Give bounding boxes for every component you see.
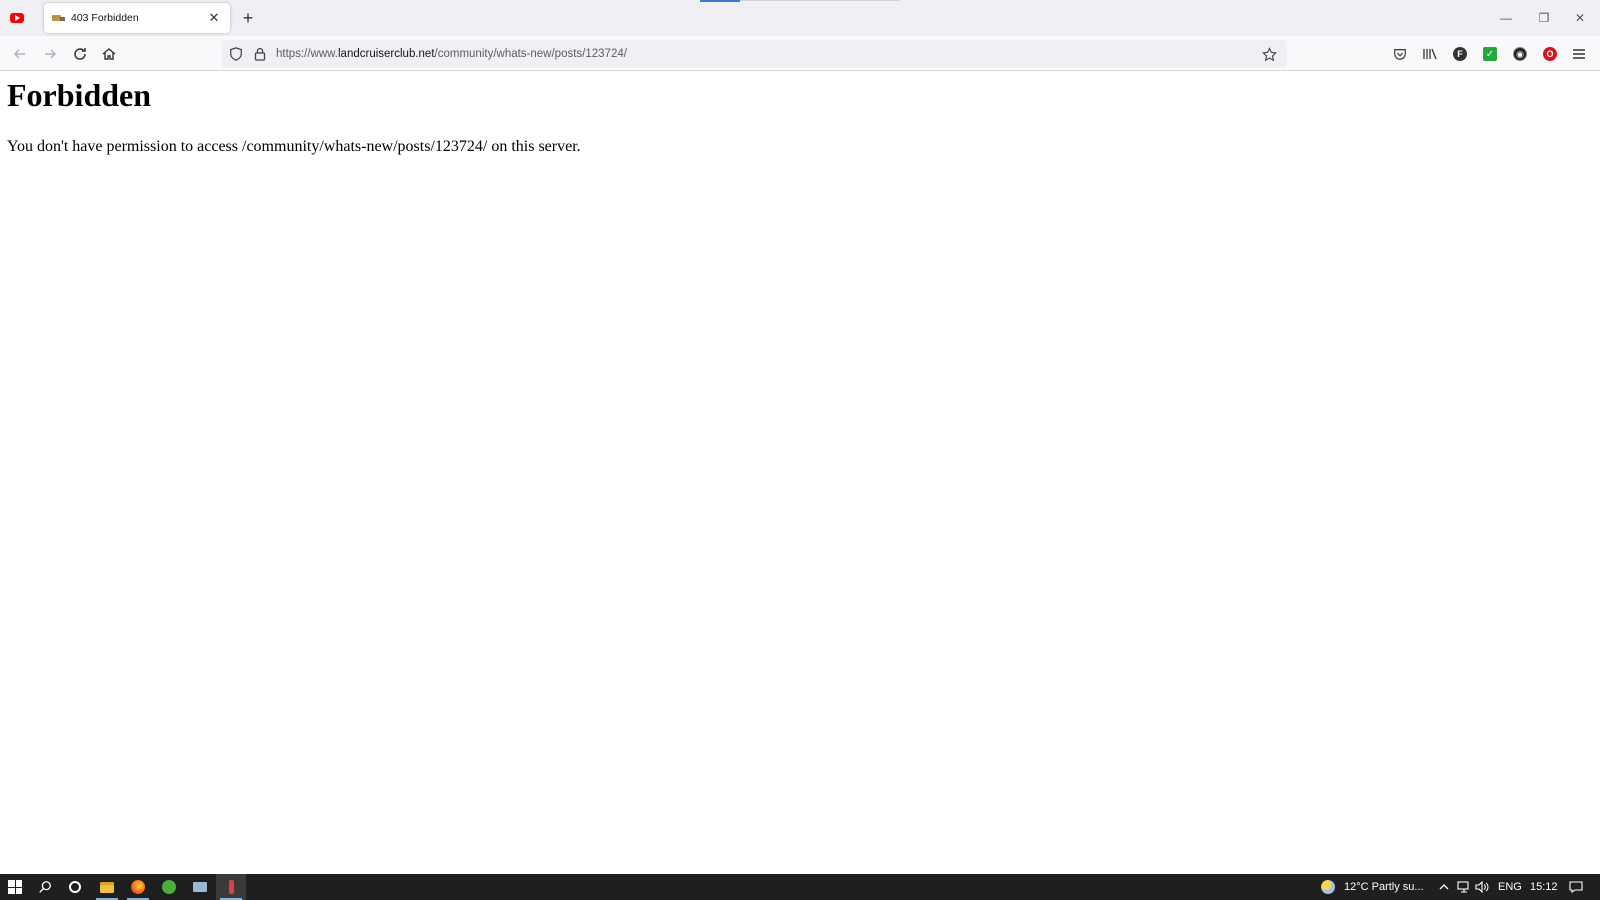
tab-strip: 403 Forbidden ✕ + — ❐ ✕ [0,0,1600,36]
clock[interactable]: 15:12 [1530,874,1558,900]
url-path: /community/whats-new/posts/123724/ [434,48,627,60]
firefox-icon [131,880,145,894]
bookmark-star-icon[interactable] [1259,44,1279,64]
youtube-icon [10,13,24,23]
windows-icon [8,880,22,894]
arrow-left-icon [13,49,25,59]
taskbar-app-active[interactable] [216,874,246,900]
pocket-icon[interactable] [1390,44,1410,64]
folder-icon [100,881,114,893]
address-bar[interactable]: https://www.landcruiserclub.net/communit… [222,40,1287,68]
forward-button[interactable] [38,42,62,66]
restore-button[interactable]: ❐ [1526,4,1562,32]
weather-icon[interactable] [1318,874,1338,900]
active-tab[interactable]: 403 Forbidden ✕ [44,3,230,33]
taskbar-app-network[interactable] [185,874,215,900]
site-favicon-icon [52,13,65,24]
reload-icon [74,48,86,60]
cortana-icon [69,881,81,893]
back-button[interactable] [8,42,32,66]
url-host: landcruiserclub.net [338,48,435,60]
green-app-icon [162,880,176,894]
extension-check-icon[interactable]: ✓ [1480,44,1500,64]
taskbar-file-explorer[interactable] [92,874,122,900]
taskbar-firefox[interactable] [123,874,153,900]
taskbar: 12°C Partly su... ENG 15:12 [0,874,1600,900]
home-icon [102,48,116,60]
tab-title: 403 Forbidden [71,12,139,24]
cortana-button[interactable] [60,874,90,900]
search-button[interactable] [30,874,60,900]
language-indicator[interactable]: ENG [1498,874,1522,900]
opera-icon[interactable]: O [1540,44,1560,64]
menu-icon[interactable] [1569,44,1589,64]
network-app-icon [193,882,207,892]
page-content: Forbidden You don't have permission to a… [0,72,1600,874]
navigation-toolbar: https://www.landcruiserclub.net/communit… [0,36,1600,71]
chevron-up-icon[interactable] [1437,874,1451,900]
weather-text[interactable]: 12°C Partly su... [1344,874,1424,900]
url-scheme: https://www. [276,48,338,60]
close-window-button[interactable]: ✕ [1562,4,1598,32]
error-message: You don't have permission to access /com… [7,138,581,155]
url-text[interactable]: https://www.landcruiserclub.net/communit… [276,48,627,60]
volume-icon[interactable] [1474,874,1490,900]
library-icon[interactable] [1420,44,1440,64]
arrow-right-icon [45,49,57,59]
lock-icon[interactable] [250,44,270,64]
search-icon [39,881,51,893]
reload-button[interactable] [68,42,92,66]
minimize-button[interactable]: — [1488,4,1524,32]
network-icon[interactable] [1456,874,1472,900]
home-button[interactable] [97,42,121,66]
taskbar-app-green[interactable] [154,874,184,900]
pinned-tab-youtube[interactable] [4,5,30,31]
new-tab-button[interactable]: + [238,8,258,28]
tracking-shield-icon[interactable] [226,44,246,64]
start-button[interactable] [0,874,30,900]
loading-indicator [700,0,740,2]
page-title: Forbidden [7,77,152,113]
extension-dark-icon[interactable]: ◉ [1510,44,1530,64]
extension-f-icon[interactable]: F [1450,44,1470,64]
notifications-icon[interactable] [1566,874,1586,900]
active-app-icon [228,880,234,894]
loading-track [740,0,900,1]
close-tab-icon[interactable]: ✕ [206,10,222,26]
